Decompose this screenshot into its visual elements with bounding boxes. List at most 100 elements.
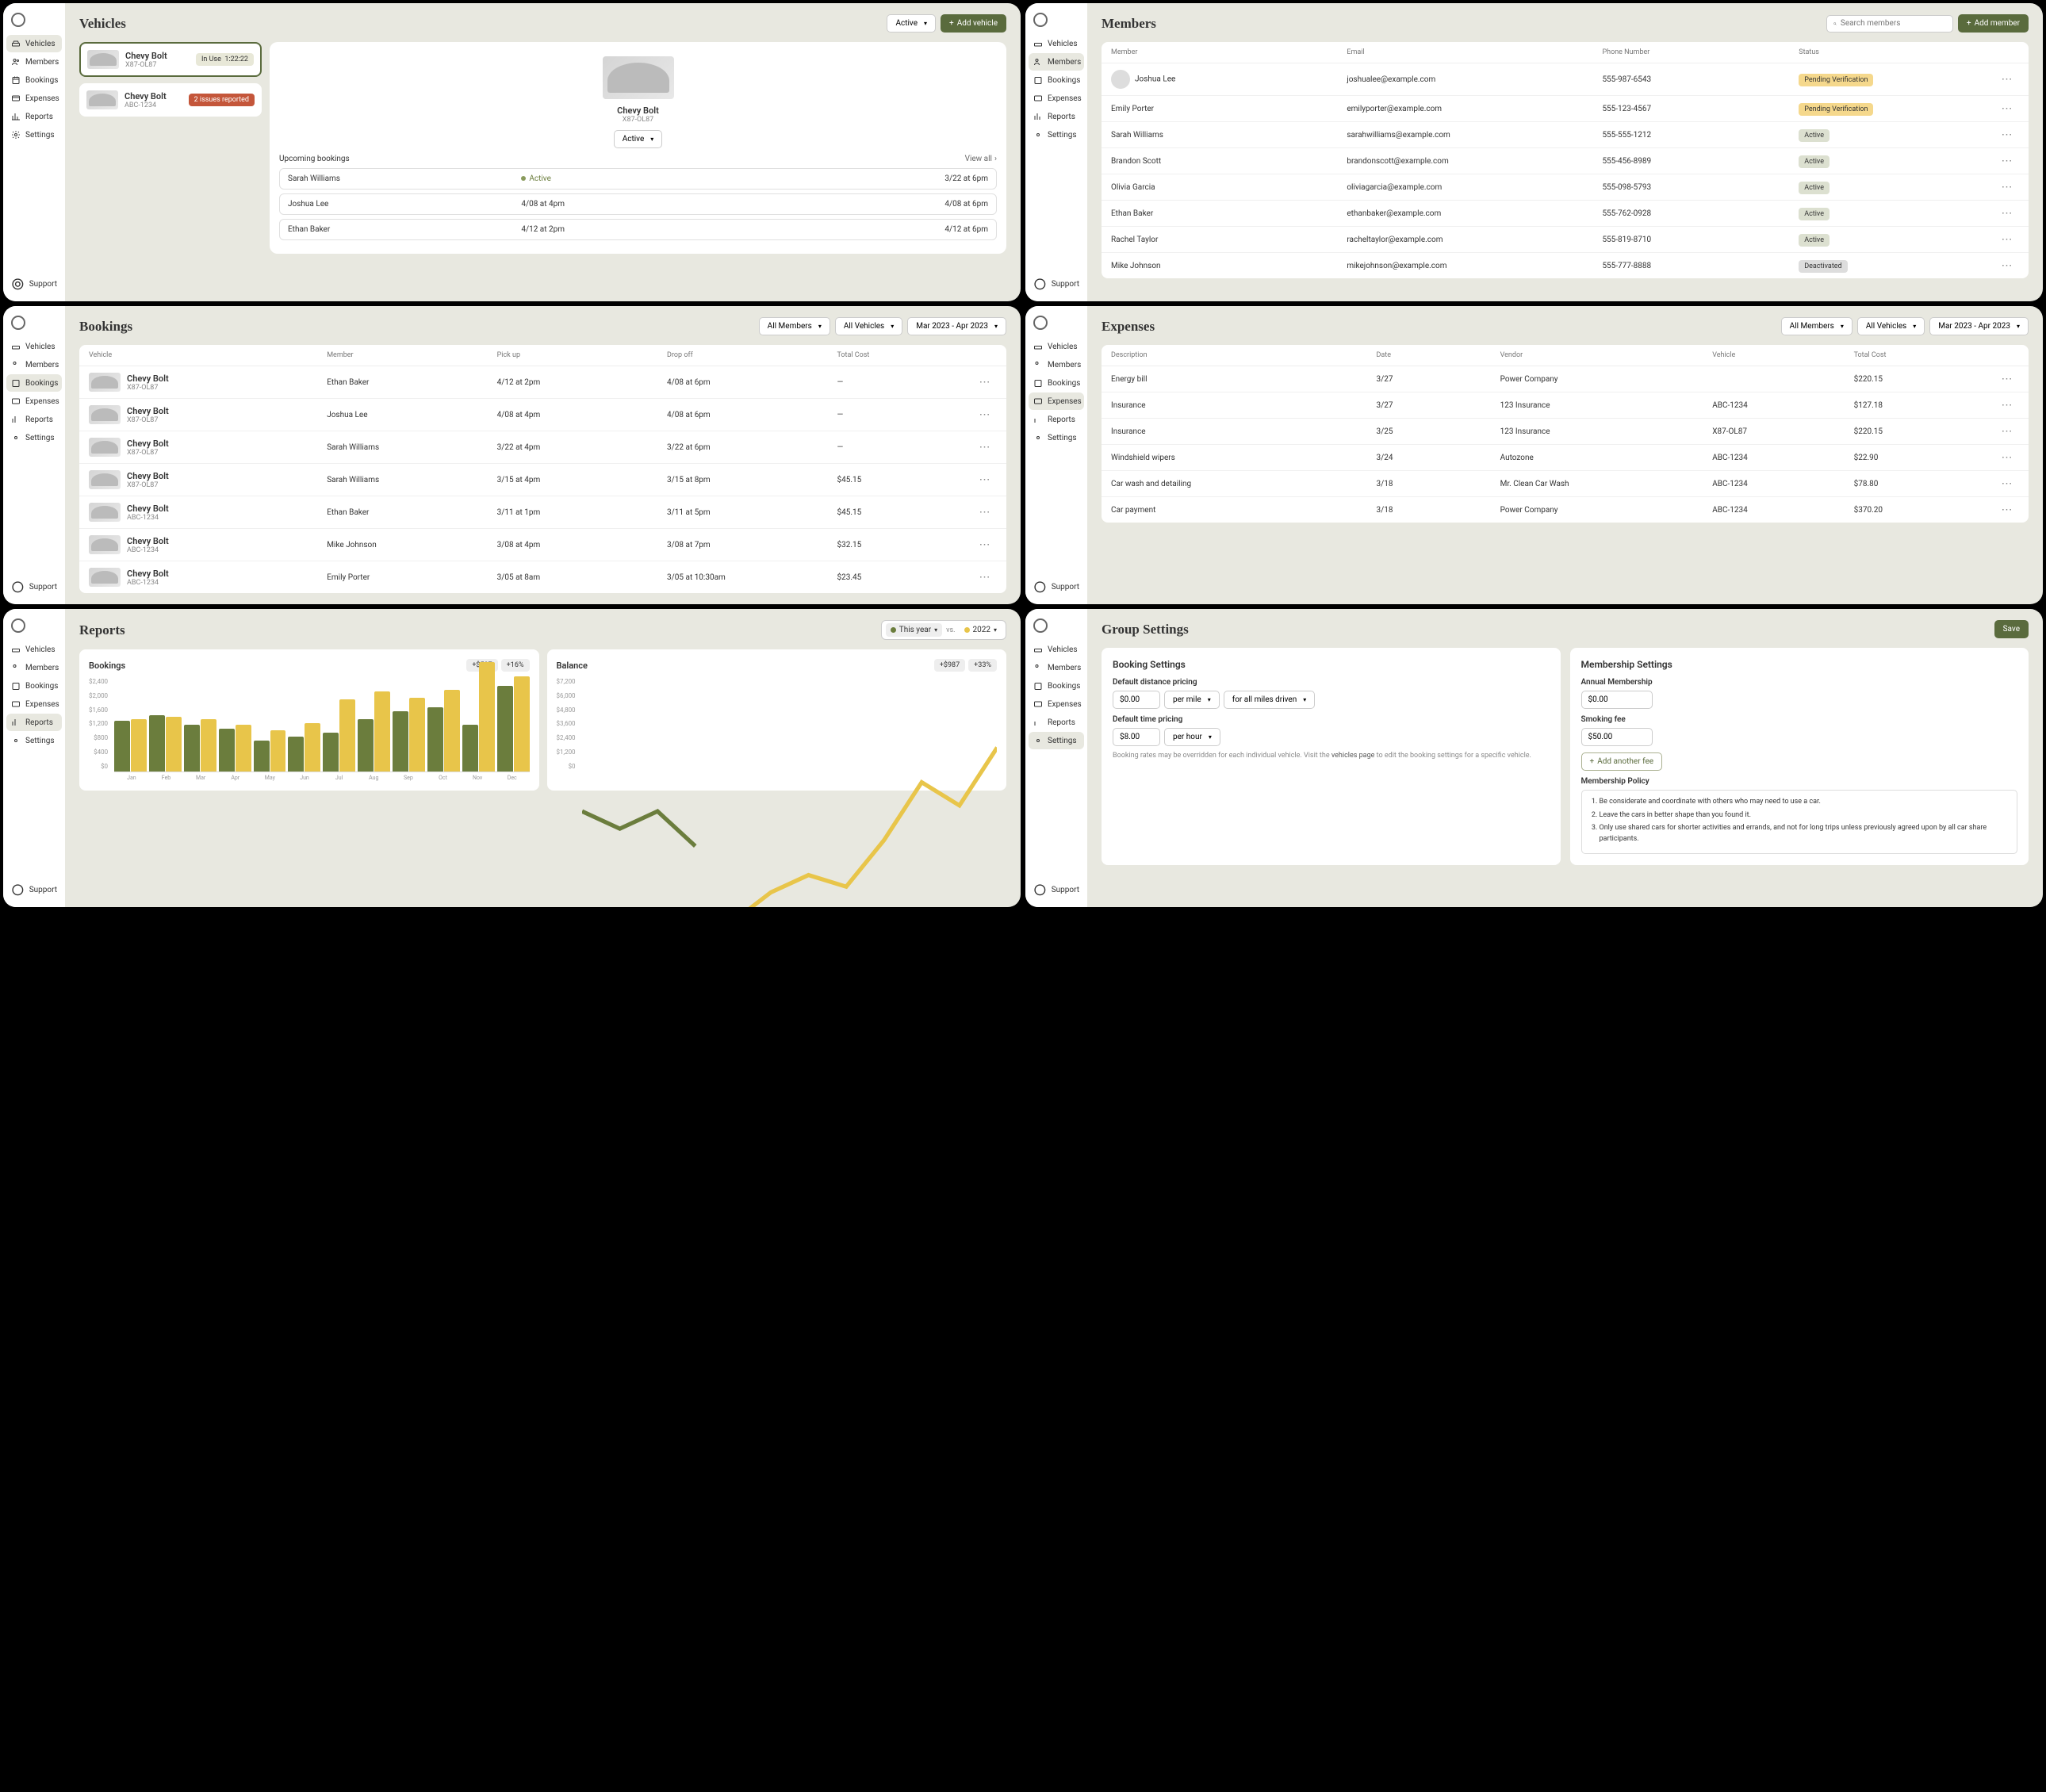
- nav-vehicles[interactable]: Vehicles: [1029, 338, 1084, 355]
- nav-support[interactable]: Support: [6, 576, 62, 598]
- vehicles-page-link[interactable]: vehicles page: [1331, 752, 1375, 760]
- nav-support[interactable]: Support: [1029, 879, 1084, 901]
- policy-textarea[interactable]: Be considerate and coordinate with other…: [1581, 790, 2018, 854]
- nav-vehicles[interactable]: Vehicles: [1029, 641, 1084, 658]
- row-menu-button[interactable]: ⋯: [1995, 128, 2019, 141]
- row-menu-button[interactable]: ⋯: [1995, 259, 2019, 272]
- time-price-input[interactable]: [1113, 728, 1160, 746]
- table-row[interactable]: Insurance 3/27 123 Insurance ABC-1234 $1…: [1102, 392, 2029, 419]
- nav-expenses[interactable]: Expenses: [6, 90, 62, 107]
- filter-dropdown[interactable]: Active: [887, 14, 936, 33]
- time-unit-select[interactable]: per hour: [1164, 728, 1220, 746]
- table-row[interactable]: Chevy BoltABC-1234 Emily Porter 3/05 at …: [79, 561, 1006, 593]
- row-menu-button[interactable]: ⋯: [1995, 504, 2019, 516]
- view-all-link[interactable]: View all›: [965, 155, 997, 163]
- search-input[interactable]: [1841, 19, 1946, 28]
- nav-bookings[interactable]: Bookings: [6, 71, 62, 89]
- distance-unit-select[interactable]: per mile: [1164, 691, 1220, 709]
- nav-bookings[interactable]: Bookings: [6, 374, 62, 392]
- nav-reports[interactable]: Reports: [6, 714, 62, 731]
- nav-expenses[interactable]: Expenses: [6, 392, 62, 410]
- smoking-fee-input[interactable]: [1581, 728, 1653, 746]
- nav-settings[interactable]: Settings: [1029, 429, 1084, 446]
- nav-vehicles[interactable]: Vehicles: [1029, 35, 1084, 52]
- row-menu-button[interactable]: ⋯: [1995, 73, 2019, 86]
- nav-members[interactable]: Members: [1029, 356, 1084, 373]
- nav-settings[interactable]: Settings: [6, 732, 62, 749]
- add-fee-button[interactable]: +Add another fee: [1581, 752, 1663, 771]
- nav-reports[interactable]: Reports: [1029, 108, 1084, 125]
- nav-support[interactable]: Support: [1029, 576, 1084, 598]
- detail-filter[interactable]: Active: [614, 130, 663, 148]
- table-row[interactable]: Brandon Scott brandonscott@example.com 5…: [1102, 148, 2029, 174]
- booking-row[interactable]: Ethan Baker 4/12 at 2pm 4/12 at 6pm: [279, 219, 997, 240]
- row-menu-button[interactable]: ⋯: [1995, 207, 2019, 220]
- distance-price-input[interactable]: [1113, 691, 1160, 709]
- nav-members[interactable]: Members: [6, 659, 62, 676]
- nav-members[interactable]: Members: [1029, 53, 1084, 71]
- row-menu-button[interactable]: ⋯: [1995, 451, 2019, 464]
- row-menu-button[interactable]: ⋯: [1995, 373, 2019, 385]
- table-row[interactable]: Olivia Garcia oliviagarcia@example.com 5…: [1102, 174, 2029, 201]
- table-row[interactable]: Chevy BoltX87-OL87 Ethan Baker 4/12 at 2…: [79, 366, 1006, 399]
- table-row[interactable]: Sarah Williams sarahwilliams@example.com…: [1102, 122, 2029, 148]
- compare-b[interactable]: 2022▾: [960, 623, 1002, 637]
- table-row[interactable]: Joshua Lee joshualee@example.com 555-987…: [1102, 63, 2029, 96]
- row-menu-button[interactable]: ⋯: [1995, 181, 2019, 193]
- nav-expenses[interactable]: Expenses: [1029, 695, 1084, 713]
- nav-bookings[interactable]: Bookings: [1029, 374, 1084, 392]
- add-member-button[interactable]: +Add member: [1958, 14, 2029, 33]
- table-row[interactable]: Chevy BoltX87-OL87 Sarah Williams 3/22 a…: [79, 431, 1006, 464]
- nav-reports[interactable]: Reports: [6, 411, 62, 428]
- row-menu-button[interactable]: ⋯: [973, 441, 997, 454]
- table-row[interactable]: Rachel Taylor racheltaylor@example.com 5…: [1102, 227, 2029, 253]
- nav-reports[interactable]: Reports: [6, 108, 62, 125]
- nav-members[interactable]: Members: [1029, 659, 1084, 676]
- row-menu-button[interactable]: ⋯: [1995, 425, 2019, 438]
- table-row[interactable]: Emily Porter emilyporter@example.com 555…: [1102, 96, 2029, 122]
- row-menu-button[interactable]: ⋯: [1995, 477, 2019, 490]
- distance-scope-select[interactable]: for all miles driven: [1224, 691, 1316, 709]
- table-row[interactable]: Insurance 3/25 123 Insurance X87-OL87 $2…: [1102, 419, 2029, 445]
- nav-expenses[interactable]: Expenses: [6, 695, 62, 713]
- filter-daterange[interactable]: Mar 2023 - Apr 2023: [1929, 317, 2029, 335]
- nav-vehicles[interactable]: Vehicles: [6, 338, 62, 355]
- table-row[interactable]: Ethan Baker ethanbaker@example.com 555-7…: [1102, 201, 2029, 227]
- nav-settings[interactable]: Settings: [6, 429, 62, 446]
- nav-vehicles[interactable]: Vehicles: [6, 641, 62, 658]
- nav-members[interactable]: Members: [6, 356, 62, 373]
- table-row[interactable]: Chevy BoltX87-OL87 Joshua Lee 4/08 at 4p…: [79, 399, 1006, 431]
- row-menu-button[interactable]: ⋯: [1995, 399, 2019, 412]
- nav-vehicles[interactable]: Vehicles: [6, 35, 62, 52]
- filter-vehicles[interactable]: All Vehicles: [1857, 317, 1925, 335]
- row-menu-button[interactable]: ⋯: [1995, 233, 2019, 246]
- table-row[interactable]: Car wash and detailing 3/18 Mr. Clean Ca…: [1102, 471, 2029, 497]
- row-menu-button[interactable]: ⋯: [973, 473, 997, 486]
- nav-bookings[interactable]: Bookings: [6, 677, 62, 695]
- vehicle-card[interactable]: Chevy BoltABC-1234 2 issues reported: [79, 83, 262, 117]
- table-row[interactable]: Windshield wipers 3/24 Autozone ABC-1234…: [1102, 445, 2029, 471]
- nav-support[interactable]: Support: [1029, 274, 1084, 295]
- table-row[interactable]: Chevy BoltABC-1234 Mike Johnson 3/08 at …: [79, 529, 1006, 561]
- row-menu-button[interactable]: ⋯: [973, 571, 997, 584]
- annual-fee-input[interactable]: [1581, 691, 1653, 709]
- row-menu-button[interactable]: ⋯: [1995, 102, 2019, 115]
- filter-members[interactable]: All Members: [759, 317, 830, 335]
- nav-expenses[interactable]: Expenses: [1029, 90, 1084, 107]
- nav-reports[interactable]: Reports: [1029, 714, 1084, 731]
- table-row[interactable]: Mike Johnson mikejohnson@example.com 555…: [1102, 253, 2029, 278]
- compare-a[interactable]: This year▾: [886, 623, 942, 637]
- filter-daterange[interactable]: Mar 2023 - Apr 2023: [907, 317, 1006, 335]
- row-menu-button[interactable]: ⋯: [1995, 155, 2019, 167]
- table-row[interactable]: Chevy BoltABC-1234 Ethan Baker 3/11 at 1…: [79, 496, 1006, 529]
- nav-bookings[interactable]: Bookings: [1029, 677, 1084, 695]
- nav-settings[interactable]: Settings: [1029, 732, 1084, 749]
- row-menu-button[interactable]: ⋯: [973, 408, 997, 421]
- filter-vehicles[interactable]: All Vehicles: [835, 317, 902, 335]
- search-input-wrapper[interactable]: [1826, 15, 1953, 33]
- nav-bookings[interactable]: Bookings: [1029, 71, 1084, 89]
- booking-row[interactable]: Joshua Lee 4/08 at 4pm 4/08 at 6pm: [279, 193, 997, 215]
- row-menu-button[interactable]: ⋯: [973, 506, 997, 519]
- save-button[interactable]: Save: [1994, 620, 2029, 638]
- vehicle-card[interactable]: Chevy BoltX87-OL87 In Use 1:22:22: [79, 42, 262, 77]
